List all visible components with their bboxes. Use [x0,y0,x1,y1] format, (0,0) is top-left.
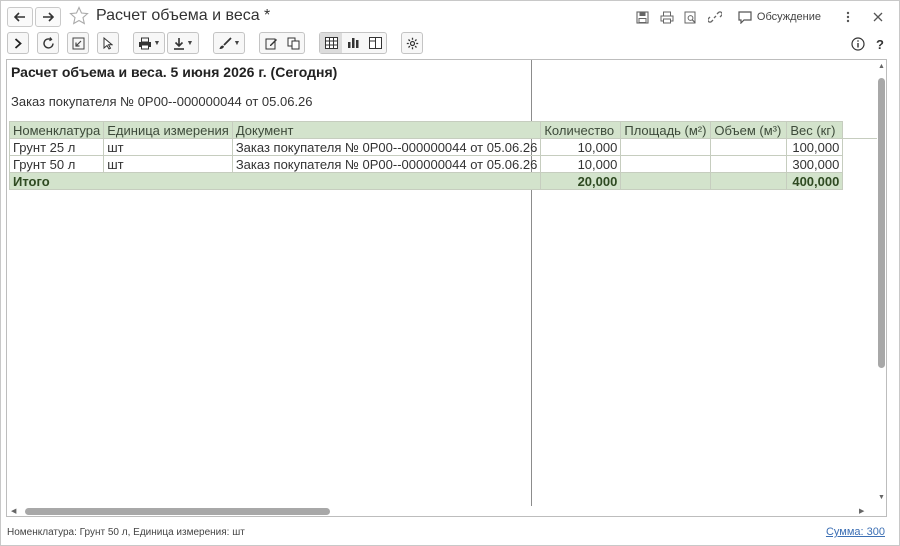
toolbar: ▼ ▼ ▼ ? [1,31,899,57]
forward-button[interactable] [35,7,61,27]
chat-icon [738,10,752,24]
scroll-left-icon[interactable]: ◀ [11,508,16,516]
link-icon[interactable] [704,7,726,27]
weight-cell[interactable]: 300,000 [786,155,844,173]
table-row: Грунт 50 л шт Заказ покупателя № 0Р00--0… [8,155,844,173]
column-header[interactable]: Количество [540,121,622,139]
item-cell[interactable]: Грунт 25 л [8,138,105,156]
column-header[interactable]: Объем (м³) [710,121,788,139]
table-icon [324,37,338,49]
sum-link[interactable]: Сумма: 300 [826,526,885,538]
view-chart-button[interactable] [342,33,364,53]
report-title: Расчет объема и веса. 5 июня 2026 г. (Се… [11,64,338,80]
chevron-right-icon [14,37,22,49]
window-title: Расчет объема и веса * [96,7,271,24]
column-header[interactable]: Единица измерения [103,121,233,139]
table-header-row: Номенклатура Единица измерения Документ … [8,121,844,139]
column-header[interactable]: Номенклатура [8,121,105,139]
generate-button[interactable] [7,32,29,54]
refresh-button[interactable] [37,32,59,54]
vertical-scrollbar[interactable]: ▲ ▼ [876,60,886,506]
settings-panel-button[interactable] [67,32,89,54]
item-cell[interactable]: Грунт 50 л [8,155,105,173]
copy-icon [287,37,299,49]
total-volume-cell[interactable] [710,172,788,190]
unit-cell[interactable]: шт [103,138,233,156]
document-cell[interactable]: Заказ покупателя № 0Р00--000000044 от 05… [231,155,542,173]
selected-cell-info: Номенклатура: Грунт 50 л, Единица измере… [7,527,245,538]
arrow-left-icon [14,12,25,22]
select-cursor-button[interactable] [97,32,119,54]
brush-icon [219,36,232,49]
format-menu-button[interactable]: ▼ [213,32,245,54]
edit-icon [265,38,277,49]
view-mode-group [319,32,387,54]
help-button[interactable]: ? [870,34,890,54]
info-icon [851,37,865,51]
horizontal-scroll-thumb[interactable] [25,508,330,515]
cursor-icon [103,36,113,50]
title-bar: Расчет объема и веса * Обсуждение [1,1,899,31]
horizontal-scrollbar[interactable]: ◀ ▶ [7,506,876,516]
edit-group [259,32,305,54]
download-icon [173,37,184,50]
table-row: Грунт 25 л шт Заказ покупателя № 0Р00--0… [8,138,844,156]
total-label[interactable]: Итого [8,172,542,190]
total-quantity-cell[interactable]: 20,000 [540,172,622,190]
view-panels-button[interactable] [364,33,386,53]
column-header[interactable]: Документ [231,121,542,139]
area-cell[interactable] [620,138,712,156]
print-icon[interactable] [656,7,678,27]
caret-down-icon: ▼ [153,39,161,47]
edit-button[interactable] [260,33,282,53]
copy-button[interactable] [282,33,304,53]
favorite-star-icon[interactable] [69,6,89,26]
volume-cell[interactable] [710,155,788,173]
column-header[interactable]: Вес (кг) [786,121,844,139]
more-menu-icon[interactable] [837,7,859,27]
total-area-cell[interactable] [620,172,712,190]
panels-icon [368,37,382,49]
view-table-button[interactable] [320,33,342,53]
refresh-icon [42,36,54,49]
report-document[interactable]: Расчет объема и веса. 5 июня 2026 г. (Се… [6,59,887,517]
report-settings-button[interactable] [401,32,423,54]
back-button[interactable] [7,7,33,27]
scroll-up-icon[interactable]: ▲ [878,63,885,71]
report-window: Расчет объема и веса * Обсуждение ▼ ▼ ▼ … [0,0,900,546]
volume-cell[interactable] [710,138,788,156]
close-icon[interactable] [867,7,889,27]
vertical-scroll-thumb[interactable] [878,78,885,368]
preview-icon[interactable] [680,7,702,27]
title-actions: Обсуждение [630,7,889,27]
total-row: Итого 20,000 400,000 [8,172,844,190]
expand-panel-icon [72,37,84,49]
save-menu-button[interactable]: ▼ [167,32,199,54]
document-cell[interactable]: Заказ покупателя № 0Р00--000000044 от 05… [231,138,542,156]
gear-icon [406,37,418,49]
save-icon[interactable] [632,7,654,27]
scroll-down-icon[interactable]: ▼ [878,494,885,502]
arrow-right-icon [43,12,54,22]
area-cell[interactable] [620,155,712,173]
print-menu-button[interactable]: ▼ [133,32,165,54]
info-button[interactable] [848,34,868,54]
column-header[interactable]: Площадь (м²) [620,121,712,139]
discuss-label: Обсуждение [756,11,821,23]
report-table: Номенклатура Единица измерения Документ … [8,121,844,190]
discuss-button[interactable]: Обсуждение [738,10,821,24]
header-underline [833,138,877,139]
caret-down-icon: ▼ [233,39,241,47]
total-weight-cell[interactable]: 400,000 [786,172,844,190]
printer-icon [138,37,151,49]
quantity-cell[interactable]: 10,000 [540,155,622,173]
scroll-right-icon[interactable]: ▶ [859,508,864,516]
bar-chart-icon [347,38,358,48]
weight-cell[interactable]: 100,000 [786,138,844,156]
report-filter-text: Заказ покупателя № 0Р00--000000044 от 05… [11,94,313,109]
caret-down-icon: ▼ [186,39,194,47]
unit-cell[interactable]: шт [103,155,233,173]
quantity-cell[interactable]: 10,000 [540,138,622,156]
